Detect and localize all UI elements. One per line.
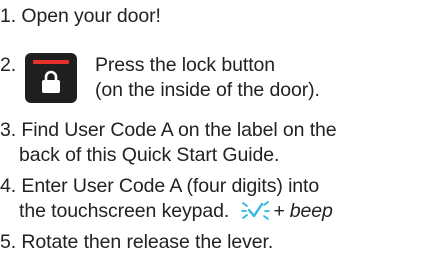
- padlock-glyph: [42, 70, 60, 93]
- step-number: 2.: [0, 54, 17, 76]
- quick-start-steps: 1. Open your door! 2. Press the lock but…: [0, 0, 427, 267]
- beep-feedback: + beep: [241, 199, 333, 224]
- step-text: Rotate then release the lever.: [21, 231, 274, 253]
- beep-label: + beep: [273, 200, 333, 222]
- step-3: 3. Find User Code A on the label on the …: [0, 118, 337, 168]
- checkmark-sparkle-icon: [241, 201, 271, 220]
- step-number: 4.: [0, 175, 17, 197]
- step-text-continued: the touchscreen keypad. + beep: [0, 199, 333, 224]
- step-number: 5.: [0, 231, 17, 253]
- step-text: Open your door!: [21, 5, 161, 27]
- step-text: Enter User Code A (four digits) into: [21, 175, 320, 197]
- step-number: 3.: [0, 119, 17, 141]
- lock-indicator-bar: [33, 60, 69, 64]
- step-text-line: the touchscreen keypad.: [19, 200, 230, 222]
- lock-icon: [25, 53, 77, 103]
- step-5: 5. Rotate then release the lever.: [0, 230, 273, 255]
- step-number: 1.: [0, 5, 17, 27]
- step-4: 4. Enter User Code A (four digits) into …: [0, 174, 333, 224]
- step-1: 1. Open your door!: [0, 4, 161, 29]
- step-text: Find User Code A on the label on the: [21, 119, 337, 141]
- step-text-continued: back of this Quick Start Guide.: [19, 144, 280, 166]
- step-text-continued: (on the inside of the door).: [95, 79, 320, 101]
- step-text: Press the lock button: [95, 54, 275, 76]
